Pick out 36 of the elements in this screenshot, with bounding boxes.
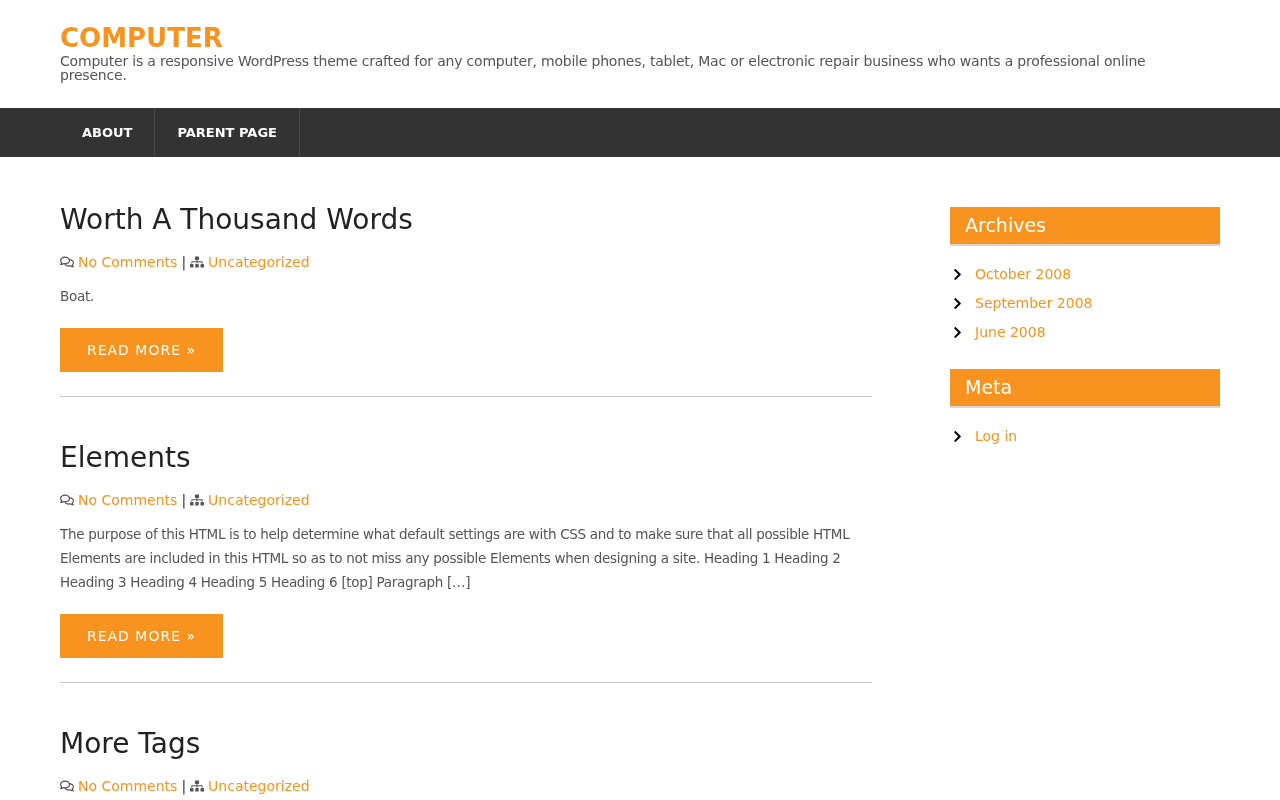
meta-separator: | (181, 492, 187, 508)
comments-icon (60, 255, 74, 269)
widget-title: Archives (950, 207, 1220, 246)
site-tagline: Computer is a responsive WordPress theme crafted for any computer, mobile phones, tablet, Mac or electronic repair business who wants a professional online presence. (60, 54, 1147, 82)
category-link[interactable]: Uncategorized (208, 492, 310, 508)
chevron-icon (952, 268, 963, 281)
chevron-icon (952, 326, 963, 339)
sitemap-icon (190, 779, 205, 793)
comments-link[interactable]: No Comments (78, 778, 178, 794)
sitemap-icon (190, 493, 205, 507)
site-title[interactable]: COMPUTER (60, 22, 1220, 54)
post-excerpt: Boat. (60, 287, 95, 306)
sitemap-icon (190, 255, 205, 269)
meta-separator: | (181, 254, 187, 270)
category-link[interactable]: Uncategorized (208, 254, 310, 270)
post-excerpt: The purpose of this HTML is to help determine what default settings are with CSS and to make sure that all possible HTML Elements are included in this HTML so as to not miss any possible Elements when designing a site. Heading 1 Heading 2 Heading 3 Heading 4 Heading 5 Heading 6 [top] Paragraph […] (60, 525, 851, 592)
category-link[interactable]: Uncategorized (208, 778, 310, 794)
comments-link[interactable]: No Comments (78, 254, 178, 270)
widget-link[interactable]: Log in (975, 426, 1018, 447)
meta-separator: | (181, 778, 187, 794)
post-title[interactable]: Worth A Thousand Words (60, 203, 872, 237)
nav-link[interactable]: ABOUT (60, 108, 156, 157)
post-title[interactable]: Elements (60, 441, 872, 475)
post-title[interactable]: More Tags (60, 727, 872, 761)
nav-link[interactable]: PARENT PAGE (155, 108, 300, 157)
chevron-icon (952, 430, 963, 443)
comments-link[interactable]: No Comments (78, 492, 178, 508)
widget-link[interactable]: October 2008 (975, 264, 1072, 285)
read-more-button[interactable]: READ MORE » (60, 614, 223, 658)
widget-link[interactable]: September 2008 (975, 293, 1093, 314)
chevron-icon (952, 297, 963, 310)
comments-icon (60, 779, 74, 793)
read-more-button[interactable]: READ MORE » (60, 328, 223, 372)
comments-icon (60, 493, 74, 507)
widget-link[interactable]: June 2008 (975, 322, 1046, 343)
widget-title: Meta (950, 369, 1220, 408)
